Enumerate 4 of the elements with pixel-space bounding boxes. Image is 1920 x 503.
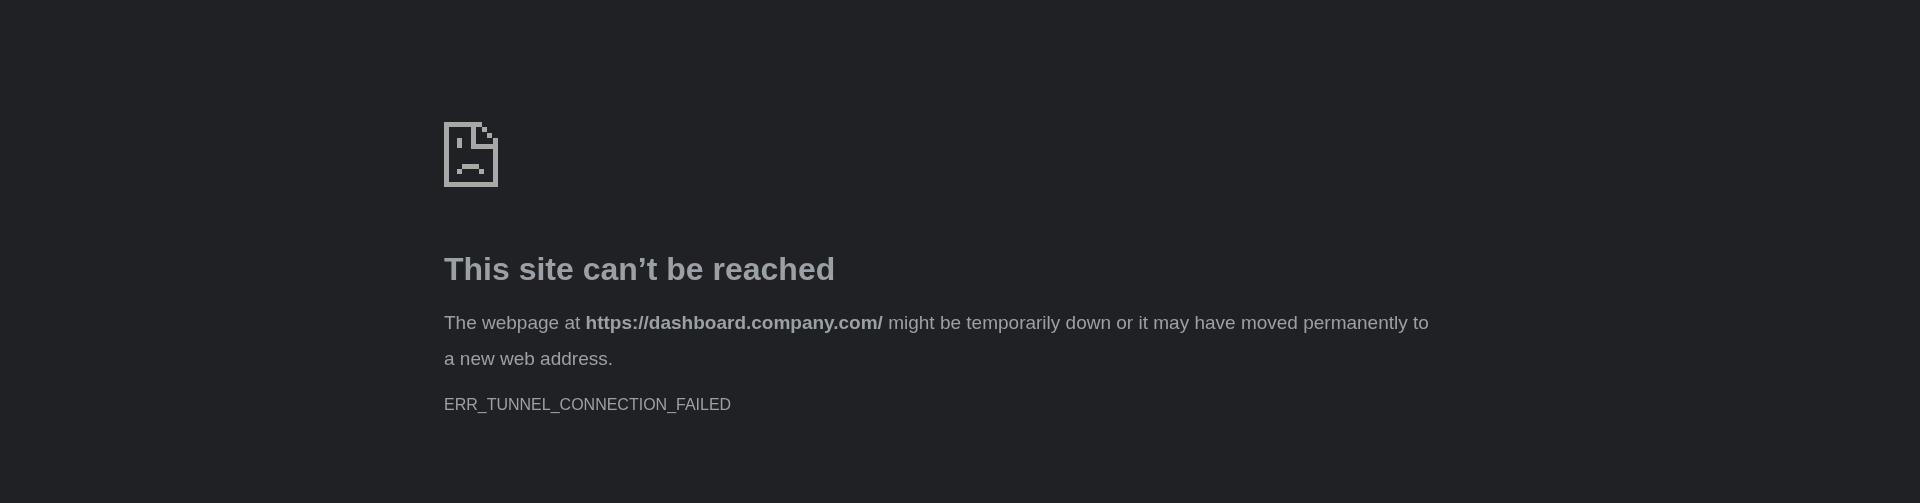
- error-heading: This site can’t be reached: [444, 250, 836, 289]
- error-code: ERR_TUNNEL_CONNECTION_FAILED: [444, 395, 732, 415]
- error-message: The webpage at https://dashboard.company.com/ might be temporarily down or it may have moved permanently to a new web address.: [444, 311, 1430, 371]
- sad-page-icon: [444, 122, 498, 187]
